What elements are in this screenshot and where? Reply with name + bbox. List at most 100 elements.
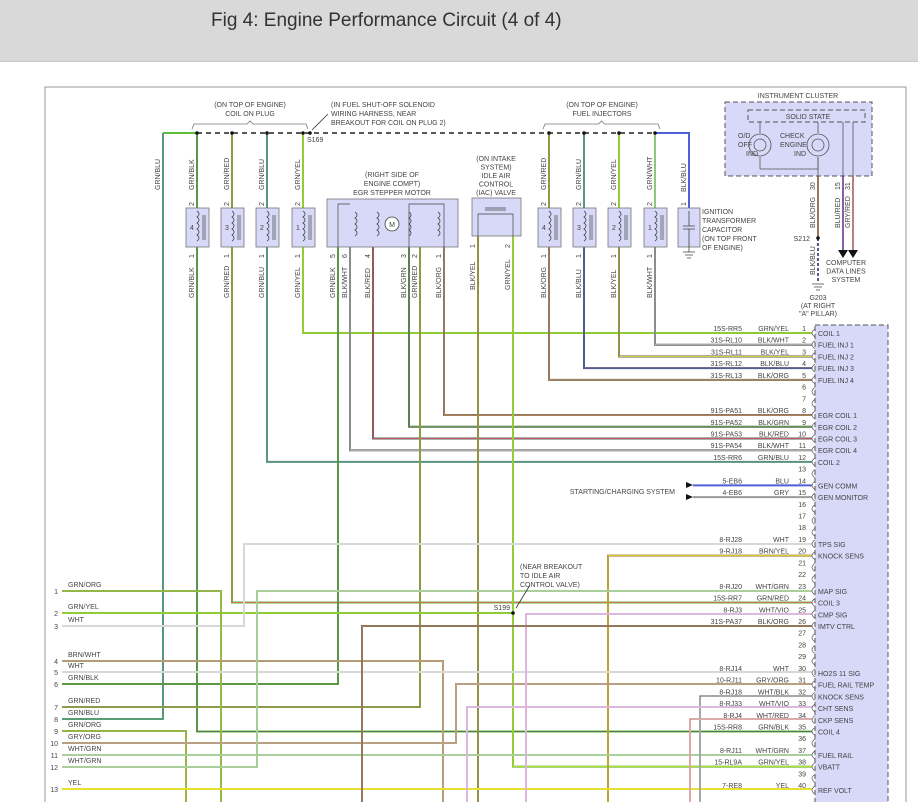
pcm-pin-number: 8 [802,408,806,415]
coils-1-number: 1 [296,225,300,232]
s169-dot [308,131,312,135]
egr-pin: 4 [365,254,372,258]
coil-on-plug-label: (ON TOP OF ENGINE) [214,102,286,109]
cluster-pin-number: 15 [835,182,842,190]
egr-pin: 3 [401,254,408,258]
capacitor-label: IGNITION [702,209,733,216]
pcm-pin-number: 32 [798,689,806,696]
iac2-to-pcm38-tracer [512,236,812,768]
pcm-pin-number: 25 [798,607,806,614]
pcm-pin-number: 30 [798,666,806,673]
iac-label: IDLE AIR [482,173,511,180]
capacitor-pin: 1 [681,202,688,206]
pcm-pin-number: 12 [798,455,806,462]
pcm-pin-number: 35 [798,724,806,731]
pcm-circuit-label: 8-RJ3 [723,607,742,614]
iac-label: (IAC) VALVE [476,190,516,197]
injectors-2-bottom-pin: 1 [611,254,618,258]
left-connector-pin: 5 [54,670,58,677]
s199-note: CONTROL VALVE) [520,582,580,589]
gen-monitor-arrow-icon [686,494,693,500]
capacitor-label: (ON TOP FRONT [702,236,758,243]
egr2-to-left7 [62,247,421,708]
solid-state-label: SOLID STATE [786,114,831,121]
pcm-wire-color: GRN/YEL [758,326,789,333]
s169-label: S169 [307,137,323,144]
pcm-pin-number: 40 [798,783,806,790]
data-lines-label: DATA LINES [826,269,866,276]
pcm-circuit-label: 31S-PA37 [711,619,742,626]
g203-label: "A" PILLAR) [799,311,837,318]
iac-pin: 1 [470,244,477,248]
g203-ground-icon [812,283,824,291]
pcm-pin-number: 14 [798,478,806,485]
pcm-circuit-label: 91S-PA51 [711,408,742,415]
coils-1-top-pin: 2 [295,202,302,206]
coils-2-top-color: GRN/BLU [259,159,266,190]
labels-layer: 42GRN/BLK1GRN/BLK32GRN/RED1GRN/RED22GRN/… [50,93,874,795]
left-connector-pin: 1 [54,589,58,596]
coils-1-bottom-color: GRN/YEL [295,267,302,298]
bus-splice-dot [582,131,586,135]
pcm-pin-number: 33 [798,701,806,708]
pcm-signal-name: MAP SIG [818,589,847,596]
pcm-signal-name: FUEL RAIL [818,753,853,760]
iac-wire-color: BLK/YEL [470,261,477,290]
egr1-to-pcm8-tracer [443,247,812,416]
iac-pin: 2 [505,244,512,248]
egr-pin: 1 [436,254,443,258]
pcm-signal-name: FUEL RAIL TEMP [818,683,874,690]
pcm-wire-color: GRY [774,490,789,497]
pcm-pin-number: 27 [798,631,806,638]
pcm-circuit-label: 4-EB6 [723,490,743,497]
pcm-circuit-label: 8-RJ20 [719,584,742,591]
s169-note: (IN FUEL SHUT-OFF SOLENOID [331,102,435,109]
injectors-3-top-color: GRN/BLU [576,159,583,190]
pcm-signal-name: COIL 4 [818,729,840,736]
pcm-circuit-label: 8-RJ18 [719,689,742,696]
left-grn-blu-wire [62,133,164,720]
pcm-circuit-label: 8-RJ11 [720,748,742,755]
coils-4-top-color: GRN/BLK [189,159,196,190]
pcm-pin-number: 20 [798,549,806,556]
injectors-4-bottom-pin: 1 [541,254,548,258]
motor-label: M [389,222,395,229]
injectors-4-top-pin: 2 [541,202,548,206]
pcm-pin-number: 15 [798,490,806,497]
pcm-signal-name: GEN MONITOR [818,495,868,502]
bus-splice-dot [617,131,621,135]
pcm-wire-color: GRN/RED [757,596,789,603]
s169-pointer-arrow [311,113,329,131]
pcm-signal-name: FUEL INJ 4 [818,378,854,385]
left-connector-wire-color: GRN/ORG [68,722,101,729]
pcm26-wire [361,625,812,802]
pcm-signal-name: COIL 1 [818,331,840,338]
pcm-pin-number: 13 [798,467,806,474]
pcm-circuit-label: 91S-PA53 [711,431,742,438]
left-connector-wire-color: BRN/WHT [68,652,101,659]
egr-pin: 6 [342,254,349,258]
egr-label: EGR STEPPER MOTOR [353,190,431,197]
s212-label: S212 [794,236,810,243]
capacitor-label: CAPACITOR [702,227,742,234]
cluster-wire-color: GRY/RED [845,196,852,228]
pcm-pin-number: 16 [798,502,806,509]
pcm-circuit-label: 31S-RL12 [710,361,742,368]
pcm-circuit-label: 8-RJ33 [719,701,742,708]
pcm-circuit-label: 91S-PA54 [711,443,742,450]
pcm-pin-number: 34 [798,713,806,720]
injectors-4-bottom-color: BLK/ORG [541,267,548,298]
s169-note: BREAKOUT FOR COIL ON PLUG 2) [331,120,446,127]
pcm-pin-number: 26 [798,619,806,626]
pcm-pin-number: 21 [798,560,806,567]
injectors-3-bottom-color: BLK/BLU [576,269,583,298]
left-connector-wire-color: YEL [68,780,81,787]
pcm-signal-name: KNOCK SENS [818,554,864,561]
pcm-circuit-label: 7-RE8 [722,783,742,790]
pcm-signal-name: EGR COIL 2 [818,425,857,432]
iac-wire-color: GRN/YEL [505,259,512,290]
iac2-to-pcm38 [512,236,812,768]
inj4-to-pcm5 [548,247,812,381]
coil1-to-pcm1 [302,247,812,334]
iac-label: (ON INTAKE [476,156,516,163]
